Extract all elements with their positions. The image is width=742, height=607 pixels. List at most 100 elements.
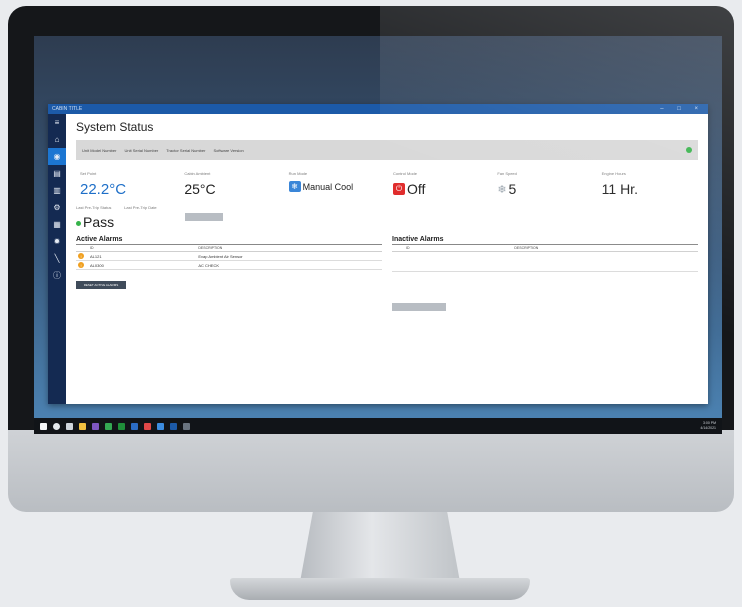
- set-point-label: Set Point: [80, 171, 97, 176]
- connection-status-indicator: [686, 147, 692, 153]
- sidebar-item-home[interactable]: ⌂: [48, 131, 66, 148]
- control-mode-label: Control Mode: [392, 171, 417, 176]
- table-row[interactable]: ! AL121 Evap Ambient Air Sensor: [76, 252, 382, 261]
- wrench-icon: ╲: [54, 254, 60, 263]
- clear-inactive-alarms-button[interactable]: [392, 303, 446, 311]
- sidebar-item-wrench[interactable]: ╲: [48, 250, 66, 267]
- monitor-icon: ▤: [53, 169, 61, 178]
- task-view-icon[interactable]: [66, 422, 73, 430]
- cabin-ambient-label: Cabin Ambient: [184, 171, 211, 176]
- sidebar-item-monitor[interactable]: ▤: [48, 165, 66, 182]
- home-icon: ⌂: [54, 135, 60, 144]
- run-mode-label: Run Mode: [288, 171, 308, 176]
- alarm-id: AL0300: [90, 262, 104, 268]
- window-titlebar[interactable]: CABIN TITLE – □ ×: [48, 104, 708, 114]
- snowflake-icon: ❄: [288, 181, 301, 192]
- tractor-serial-number-label: Tractor Serial Number: [166, 147, 206, 153]
- warning-icon: !: [78, 253, 84, 259]
- search-icon[interactable]: [53, 422, 60, 430]
- engine-hours-value: 11 Hr.: [601, 181, 638, 197]
- fan-speed-label: Fan Speed: [497, 171, 517, 176]
- app-icon[interactable]: [157, 422, 164, 430]
- clock-date: 4/14/2021: [700, 426, 716, 430]
- inactive-alarms-header: ID DESCRIPTION: [392, 245, 698, 252]
- card-icon: ▥: [53, 186, 61, 195]
- alarm-id: AL121: [90, 253, 102, 259]
- app-icon[interactable]: [183, 422, 190, 430]
- folder-icon: ▦: [53, 220, 61, 229]
- engine-hours-label: Engine Hours: [601, 171, 626, 176]
- reset-active-alarms-button[interactable]: RESET ACTIVE ALARMS: [76, 281, 126, 289]
- page-title: System Status: [76, 120, 154, 134]
- inactive-alarms-list: [392, 252, 698, 272]
- unit-model-number-label: Unit Model Number: [82, 147, 117, 153]
- warning-icon: !: [78, 262, 84, 268]
- monitor-chin: [8, 430, 734, 512]
- unit-serial-number-label: Unit Serial Number: [124, 147, 159, 153]
- tile-cabin-ambient: Cabin Ambient 25°C: [180, 169, 280, 203]
- taskbar: 3:00 PM 4/14/2021: [34, 418, 722, 434]
- sidebar-item-info[interactable]: ⓘ: [48, 267, 66, 284]
- inactive-alarms-title: Inactive Alarms: [392, 236, 698, 245]
- spreadsheet-icon[interactable]: [118, 422, 125, 430]
- sidebar-item-menu[interactable]: ≡: [48, 114, 66, 131]
- settings-icon: ⚙: [53, 203, 61, 212]
- file-explorer-icon[interactable]: [79, 422, 86, 430]
- desktop-screen: CABIN TITLE – □ × ≡ ⌂ ◉ ▤ ▥ ⚙ ▦ ✹ ╲ ⓘ Sy…: [34, 36, 722, 434]
- window-title: CABIN TITLE: [52, 106, 83, 112]
- sidebar-item-card[interactable]: ▥: [48, 182, 66, 199]
- app-window: CABIN TITLE – □ × ≡ ⌂ ◉ ▤ ▥ ⚙ ▦ ✹ ╲ ⓘ Sy…: [48, 104, 708, 404]
- monitor-stand-foot: [230, 578, 530, 600]
- tile-fan-speed[interactable]: Fan Speed ❄ 5: [493, 169, 593, 203]
- hamburger-icon: ≡: [54, 118, 60, 127]
- pretrip-date-label: Last Pre-Trip Date: [124, 205, 157, 210]
- column-header-description: DESCRIPTION: [198, 246, 223, 250]
- app-icon[interactable]: [144, 422, 151, 430]
- fan-speed-value: 5: [508, 181, 517, 197]
- cabin-ambient-value: 25°C: [184, 181, 216, 197]
- status-icon: ◉: [53, 152, 61, 161]
- active-alarms-panel: Active Alarms ID DESCRIPTION ! AL121 Eva…: [76, 236, 382, 311]
- power-icon: ⏻: [392, 183, 405, 195]
- info-icon: ⓘ: [53, 271, 61, 280]
- browser-icon[interactable]: [105, 422, 112, 430]
- tile-run-mode[interactable]: Run Mode ❄ Manual Cool: [285, 169, 385, 203]
- tile-engine-hours: Engine Hours 11 Hr.: [598, 169, 698, 203]
- run-mode-value: Manual Cool: [302, 181, 354, 192]
- alarm-description: AC CHECK: [198, 262, 220, 268]
- alarms-section: Active Alarms ID DESCRIPTION ! AL121 Eva…: [76, 236, 698, 311]
- inactive-alarms-panel: Inactive Alarms ID DESCRIPTION: [392, 236, 698, 311]
- pretrip-section: Last Pre-Trip Status Pass Last Pre-Trip …: [76, 205, 698, 230]
- table-row[interactable]: ! AL0300 AC CHECK: [76, 261, 382, 270]
- tile-set-point[interactable]: Set Point 22.2°C: [76, 169, 176, 203]
- sidebar-item-status[interactable]: ◉: [48, 148, 66, 165]
- main-content: System Status Unit Model Number Unit Ser…: [66, 114, 708, 404]
- fan-icon: ❄: [497, 183, 507, 196]
- window-controls[interactable]: – □ ×: [660, 104, 704, 114]
- active-alarms-header: ID DESCRIPTION: [76, 245, 382, 252]
- pass-status-icon: [76, 220, 81, 226]
- status-tiles: Set Point 22.2°C Cabin Ambient 25°C Run …: [76, 169, 698, 203]
- app-icon[interactable]: [92, 422, 99, 430]
- sidebar-item-gear[interactable]: ✹: [48, 233, 66, 250]
- tile-control-mode[interactable]: Control Mode ⏻ Off: [389, 169, 489, 203]
- app-icon[interactable]: [131, 422, 138, 430]
- taskbar-clock[interactable]: 3:00 PM 4/14/2021: [700, 421, 716, 431]
- pretrip-status-value: Pass: [83, 214, 115, 230]
- unit-info-bar: Unit Model Number Unit Serial Number Tra…: [76, 140, 698, 160]
- sidebar-item-folder[interactable]: ▦: [48, 216, 66, 233]
- sidebar: ≡ ⌂ ◉ ▤ ▥ ⚙ ▦ ✹ ╲ ⓘ: [48, 114, 66, 404]
- column-header-description: DESCRIPTION: [514, 246, 539, 250]
- start-icon[interactable]: [40, 422, 47, 430]
- column-header-id: ID: [90, 246, 94, 250]
- software-version-label: Software Version: [213, 147, 244, 153]
- app-icon[interactable]: [170, 422, 177, 430]
- pretrip-status-label: Last Pre-Trip Status: [76, 205, 112, 210]
- start-pretrip-button[interactable]: [184, 213, 223, 221]
- control-mode-value: Off: [406, 181, 426, 197]
- column-header-id: ID: [406, 246, 410, 250]
- sidebar-item-settings[interactable]: ⚙: [48, 199, 66, 216]
- monitor-stand-neck: [300, 512, 460, 582]
- gear-icon: ✹: [53, 237, 61, 246]
- set-point-value: 22.2°C: [80, 181, 127, 198]
